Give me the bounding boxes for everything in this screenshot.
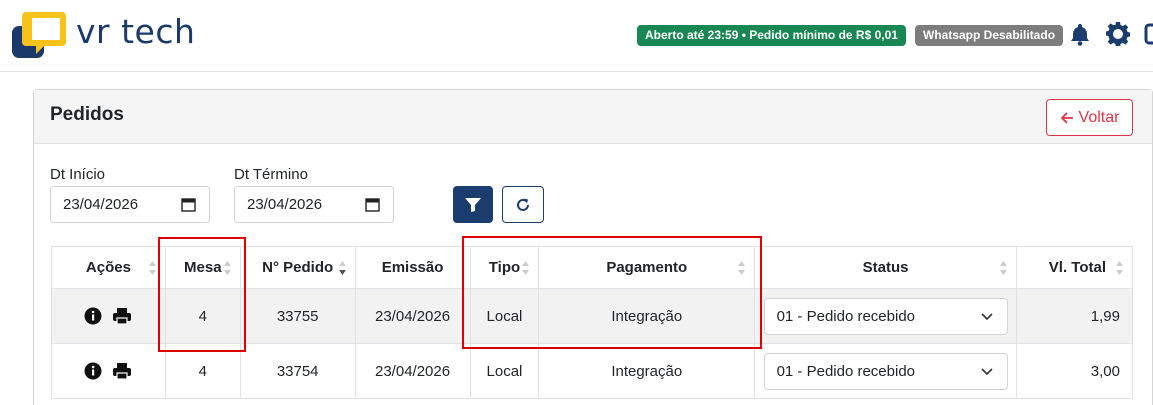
actions-cell	[51, 288, 166, 344]
print-icon[interactable]	[112, 307, 132, 325]
end-date-label: Dt Término	[234, 166, 308, 183]
chevron-down-icon	[981, 312, 993, 320]
back-button[interactable]: Voltar	[1046, 99, 1133, 136]
highlight-box-mesa	[158, 237, 246, 352]
print-icon[interactable]	[112, 362, 132, 380]
page-title: Pedidos	[50, 104, 124, 125]
payment-cell: Integração	[538, 343, 756, 399]
info-icon[interactable]	[84, 362, 102, 380]
status-select-value: 01 - Pedido recebido	[776, 362, 916, 380]
chevron-down-icon	[981, 367, 993, 375]
filter-icon	[465, 197, 481, 212]
sort-icon	[1000, 261, 1008, 275]
order-number-cell: 33755	[239, 288, 356, 344]
start-date-input[interactable]: 23/04/2026	[50, 186, 210, 223]
sort-icon	[148, 261, 156, 275]
brand-name: vr tech	[76, 12, 196, 51]
calendar-icon[interactable]	[181, 197, 196, 212]
bell-icon[interactable]	[1068, 22, 1092, 46]
col-total[interactable]: Vl. Total	[1016, 246, 1133, 289]
card-header: Pedidos Voltar	[34, 90, 1152, 144]
end-date-input[interactable]: 23/04/2026	[234, 186, 394, 223]
top-bar: vr tech Aberto até 23:59 • Pedido mínimo…	[0, 0, 1153, 72]
refresh-icon	[517, 198, 529, 211]
gear-icon[interactable]	[1106, 22, 1130, 46]
sort-desc-icon	[338, 261, 346, 275]
type-cell: Local	[469, 343, 540, 399]
total-cell: 3,00	[1016, 343, 1133, 399]
store-status-badge: Aberto até 23:59 • Pedido mínimo de R$ 0…	[637, 25, 906, 46]
refresh-button[interactable]	[502, 186, 544, 223]
status-select-value: 01 - Pedido recebido	[776, 307, 916, 325]
col-order-number[interactable]: N° Pedido	[239, 246, 356, 289]
start-date-value: 23/04/2026	[63, 196, 139, 213]
actions-cell	[51, 343, 166, 399]
filter-button[interactable]	[453, 186, 493, 223]
calendar-icon[interactable]	[365, 197, 380, 212]
order-number-cell: 33754	[239, 343, 356, 399]
col-emission[interactable]: Emissão	[354, 246, 471, 289]
highlight-box-tipo-pagamento	[462, 236, 762, 349]
emission-cell: 23/04/2026	[354, 343, 471, 399]
sort-icon	[1116, 261, 1123, 275]
total-cell: 1,99	[1016, 288, 1133, 344]
status-cell: 01 - Pedido recebido	[754, 343, 1018, 399]
arrow-left-icon	[1060, 111, 1073, 124]
col-actions[interactable]: Ações	[51, 246, 166, 289]
info-icon[interactable]	[84, 307, 102, 325]
window-icon[interactable]	[1144, 22, 1153, 46]
col-status[interactable]: Status	[754, 246, 1018, 289]
status-select[interactable]: 01 - Pedido recebido	[763, 297, 1008, 335]
status-cell: 01 - Pedido recebido	[754, 288, 1018, 344]
whatsapp-status-badge: Whatsapp Desabilitado	[915, 25, 1064, 46]
back-button-label: Voltar	[1078, 108, 1120, 126]
vr-tech-logo[interactable]	[10, 8, 70, 64]
end-date-value: 23/04/2026	[247, 196, 323, 213]
status-select[interactable]: 01 - Pedido recebido	[763, 352, 1008, 390]
emission-cell: 23/04/2026	[354, 288, 471, 344]
start-date-label: Dt Início	[50, 166, 106, 183]
